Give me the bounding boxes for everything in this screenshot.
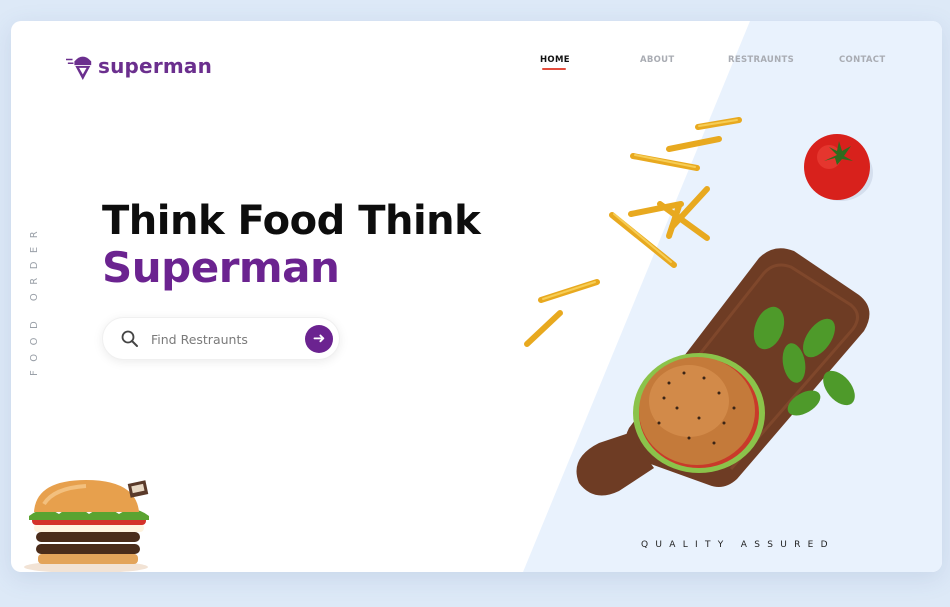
nav-home[interactable]: HOME: [540, 55, 570, 70]
nav-about-label: ABOUT: [640, 55, 675, 65]
arrow-right-icon: ➜: [312, 329, 326, 347]
burger-board-image: [576, 248, 870, 496]
nav-about[interactable]: ABOUT: [640, 55, 674, 65]
side-vertical-text: FOOD ORDER: [29, 222, 40, 376]
search-input[interactable]: [151, 326, 291, 352]
search-bar: ➜: [102, 317, 340, 360]
brand-logo[interactable]: superman: [66, 49, 212, 83]
nav-restraunts-label: RESTRAUNTS: [728, 55, 795, 65]
nav-contact-label: CONTACT: [839, 55, 886, 65]
nav-restraunts[interactable]: RESTRAUNTS: [728, 55, 794, 65]
search-icon: [121, 330, 138, 347]
tomato-image: [804, 134, 873, 201]
search-submit-button[interactable]: ➜: [305, 325, 333, 353]
active-underline: [542, 68, 566, 70]
nav-home-label: HOME: [540, 55, 570, 65]
hero-headline: Think Food Think: [102, 198, 481, 244]
logo-icon: [66, 56, 92, 80]
quality-tagline: QUALITY ASSURED: [641, 540, 835, 550]
brand-name: superman: [98, 54, 213, 78]
nav-contact[interactable]: CONTACT: [839, 55, 885, 65]
small-burger-image: [24, 480, 149, 572]
landing-card: superman HOME ABOUT RESTRAUNTS CONTACT F…: [11, 21, 942, 572]
hero-brand-headline: Superman: [102, 243, 340, 292]
